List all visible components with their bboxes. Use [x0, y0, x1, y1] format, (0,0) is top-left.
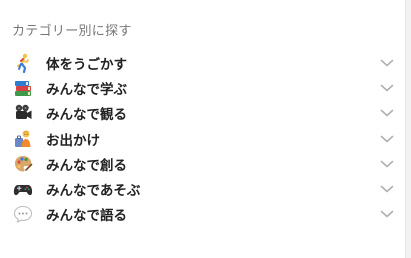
category-panel: カテゴリー別に探す 体をうごかす みんなで学ぶ みんなで観る お出かけ みんなで…	[0, 0, 405, 258]
category-item-learning[interactable]: みんなで学ぶ	[0, 75, 405, 100]
category-label: みんなで創る	[46, 157, 127, 174]
category-list: 体をうごかす みんなで学ぶ みんなで観る お出かけ みんなで創る みんなであそぶ…	[0, 50, 405, 227]
game-controller-icon	[12, 178, 34, 200]
running-person-icon	[12, 52, 34, 74]
artist-palette-icon	[12, 153, 34, 175]
chevron-down-icon[interactable]	[380, 209, 394, 219]
category-label: みんなで学ぶ	[46, 81, 127, 98]
category-label: みんなであそぶ	[46, 183, 141, 200]
category-item-watching[interactable]: みんなで観る	[0, 101, 405, 126]
category-item-outing[interactable]: お出かけ	[0, 126, 405, 151]
scrollbar-track[interactable]	[405, 0, 411, 258]
speech-bubble-icon	[12, 203, 34, 225]
category-label: 体をうごかす	[46, 56, 127, 73]
person-with-luggage-icon	[12, 128, 34, 150]
category-item-creating[interactable]: みんなで創る	[0, 151, 405, 176]
chevron-down-icon[interactable]	[380, 159, 394, 169]
movie-camera-icon	[12, 102, 34, 124]
books-icon	[12, 77, 34, 99]
chevron-down-icon[interactable]	[380, 108, 394, 118]
category-item-playing[interactable]: みんなであそぶ	[0, 176, 405, 201]
chevron-down-icon[interactable]	[380, 134, 394, 144]
chevron-down-icon[interactable]	[380, 184, 394, 194]
chevron-down-icon[interactable]	[380, 83, 394, 93]
section-heading: カテゴリー別に探す	[12, 24, 132, 39]
category-label: みんなで語る	[46, 208, 127, 225]
category-item-talking[interactable]: みんなで語る	[0, 202, 405, 227]
chevron-down-icon[interactable]	[380, 58, 394, 68]
category-item-sports[interactable]: 体をうごかす	[0, 50, 405, 75]
category-label: お出かけ	[46, 132, 100, 149]
category-label: みんなで観る	[46, 107, 127, 124]
